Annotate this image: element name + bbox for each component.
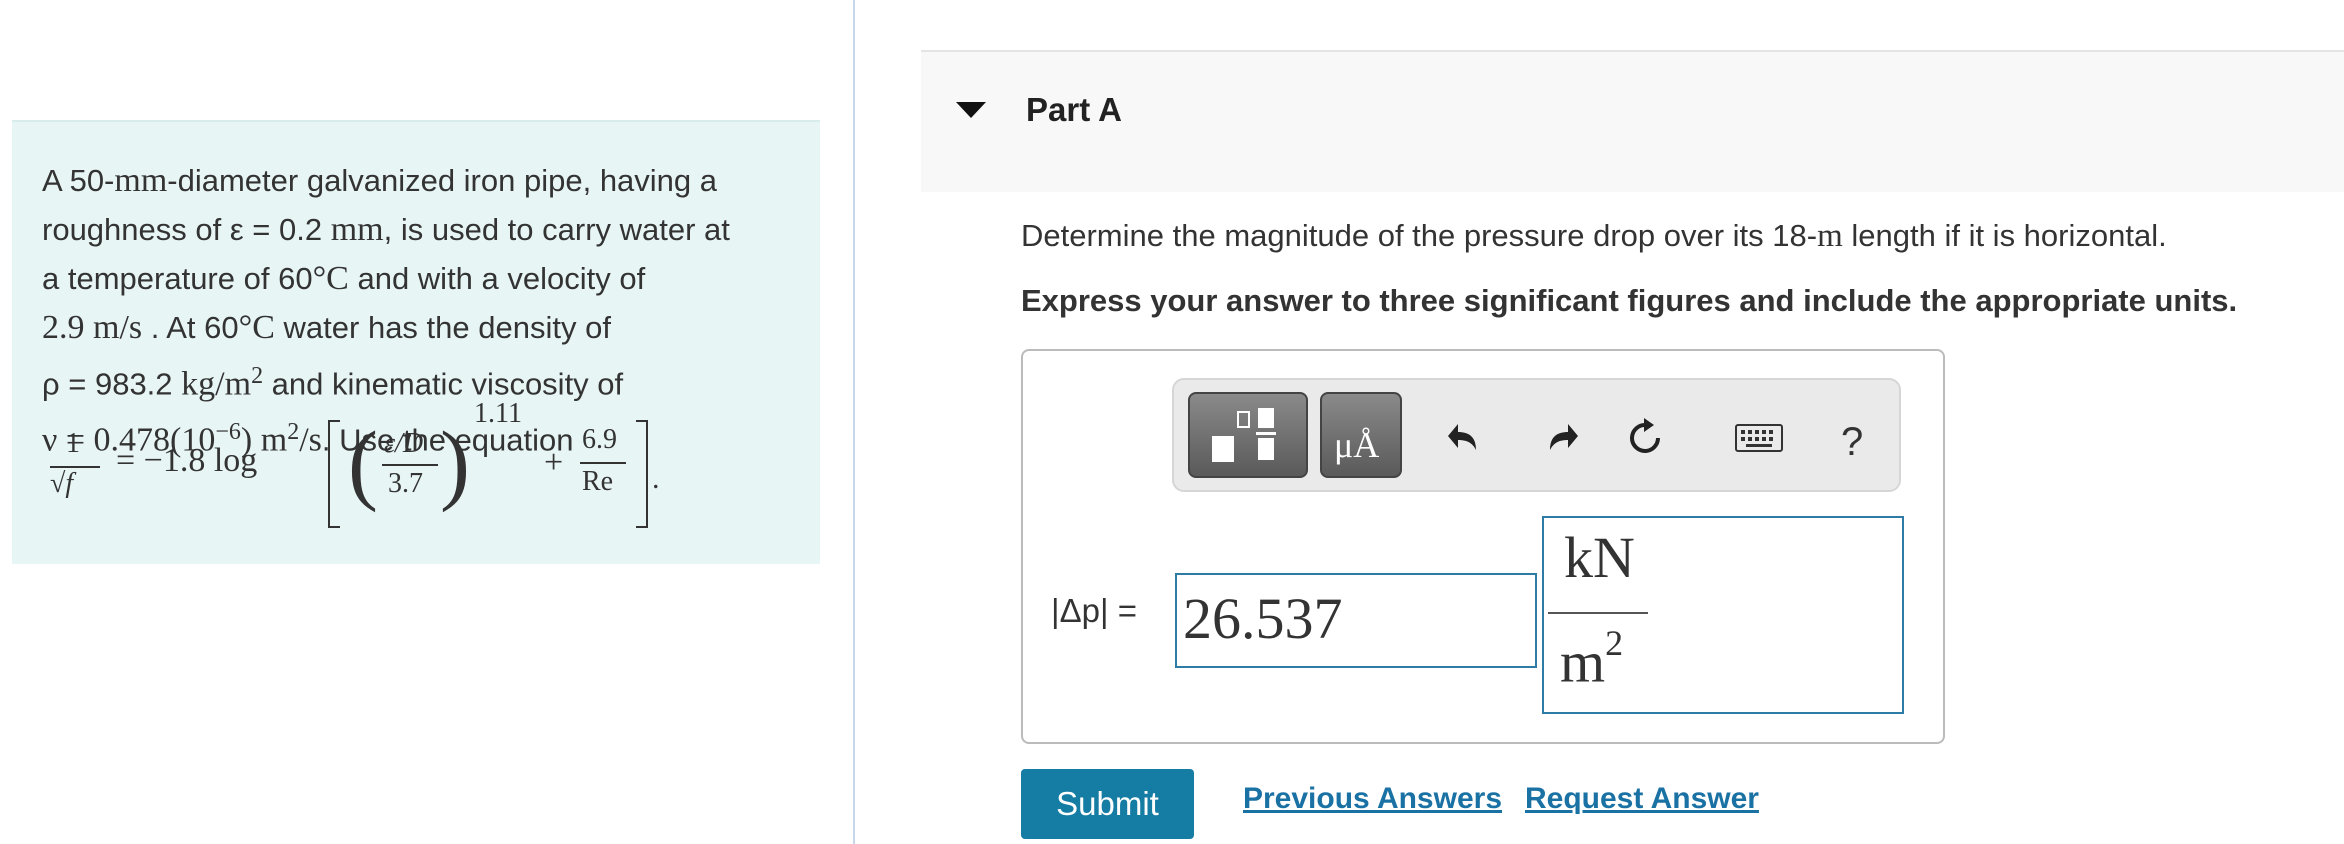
eq-denominator-1: √f <box>50 468 74 499</box>
eq-exponent: 1.11 <box>474 398 522 429</box>
answer-value-input[interactable]: 26.537 <box>1175 573 1537 668</box>
eq-fraction-bar <box>382 464 438 466</box>
problem-math-sup: 2 <box>251 363 264 389</box>
problem-text: and kinematic viscosity of <box>263 366 624 402</box>
problem-line-1: A 50-mm-diameter galvanized iron pipe, h… <box>42 156 790 205</box>
question-text-a: Determine the magnitude of the pressure … <box>1021 218 1818 253</box>
unit-denominator-base: m <box>1560 629 1606 695</box>
units-icon: μÅ <box>1334 425 1380 465</box>
question-text: Determine the magnitude of the pressure … <box>1021 218 2167 255</box>
unit-denominator-exponent: 2 <box>1605 623 1624 663</box>
problem-line-5: ρ = 983.2 kg/m2 and kinematic viscosity … <box>42 352 790 408</box>
eq-rhs: = −1.8 log <box>116 442 258 479</box>
eq-bracket-left <box>328 420 340 528</box>
problem-text: A 50- <box>42 163 115 198</box>
collapse-caret-icon[interactable] <box>956 102 986 118</box>
eq-fraction-bar <box>580 462 626 464</box>
problem-math: kg/m <box>181 365 252 403</box>
problem-text: , is used to carry water at <box>383 212 730 247</box>
problem-math: °C <box>238 309 275 346</box>
eq-frac-den: 3.7 <box>388 468 423 499</box>
redo-icon[interactable] <box>1534 412 1586 464</box>
problem-math: 2.9 m/s <box>42 309 143 346</box>
templates-button[interactable] <box>1188 392 1308 478</box>
submit-button[interactable]: Submit <box>1021 769 1194 839</box>
problem-text: ρ = 983.2 <box>42 366 182 402</box>
reset-icon[interactable] <box>1620 412 1672 464</box>
answer-label: |Δp| = <box>1051 592 1137 629</box>
unit-numerator: kN <box>1564 525 1635 590</box>
problem-text: -diameter galvanized iron pipe, having a <box>167 163 718 198</box>
problem-text: roughness of ε = 0.2 <box>42 212 331 247</box>
eq-bracket-right <box>636 420 648 528</box>
problem-math: mm <box>330 211 384 248</box>
question-text-b: length if it is horizontal. <box>1842 218 2167 253</box>
unit-denominator: m2 <box>1560 623 1623 695</box>
problem-line-4: 2.9 m/s . At 60°C water has the density … <box>42 303 790 352</box>
undo-icon[interactable] <box>1440 412 1492 464</box>
question-math: m <box>1817 218 1843 254</box>
help-button[interactable]: ? <box>1841 420 1863 465</box>
request-answer-link[interactable]: Request Answer <box>1525 782 1759 816</box>
column-divider <box>853 0 855 844</box>
part-title: Part A <box>1026 91 1122 128</box>
problem-math: mm <box>114 162 168 199</box>
keyboard-icon[interactable] <box>1732 412 1786 464</box>
units-button[interactable]: μÅ <box>1320 392 1402 478</box>
eq-plus: + <box>544 444 564 481</box>
eq-frac-num: ε/D <box>384 428 424 459</box>
problem-statement-panel: A 50-mm-diameter galvanized iron pipe, h… <box>12 120 820 564</box>
unit-fraction-bar <box>1548 612 1648 614</box>
eq-paren-right: ) <box>440 414 470 513</box>
previous-answers-link[interactable]: Previous Answers <box>1243 782 1502 816</box>
problem-line-2: roughness of ε = 0.2 mm, is used to carr… <box>42 205 790 254</box>
problem-math: °C <box>312 260 349 297</box>
eq-paren-left: ( <box>348 414 378 513</box>
answer-unit-input[interactable]: kN m2 <box>1542 516 1904 714</box>
eq-denominator-2: Re <box>582 466 614 497</box>
problem-text: a temperature of 60 <box>42 261 313 296</box>
problem-text: water has the density of <box>274 310 611 345</box>
answer-instruction: Express your answer to three significant… <box>1021 283 2238 318</box>
problem-line-3: a temperature of 60°C and with a velocit… <box>42 254 790 303</box>
eq-numerator-2: 6.9 <box>582 424 617 455</box>
problem-text: . At 60 <box>142 310 239 345</box>
part-a-header[interactable]: Part A <box>921 50 2344 192</box>
templates-icon <box>1212 408 1276 462</box>
eq-numerator-1: 1 <box>66 428 80 459</box>
problem-text: and with a velocity of <box>348 261 646 296</box>
friction-equation: 1 √f = −1.8 log ( ε/D 3.7 ) 1.11 + 6.9 R… <box>36 398 736 552</box>
math-toolbar: μÅ ? <box>1172 378 1901 492</box>
eq-period: . <box>652 462 660 495</box>
